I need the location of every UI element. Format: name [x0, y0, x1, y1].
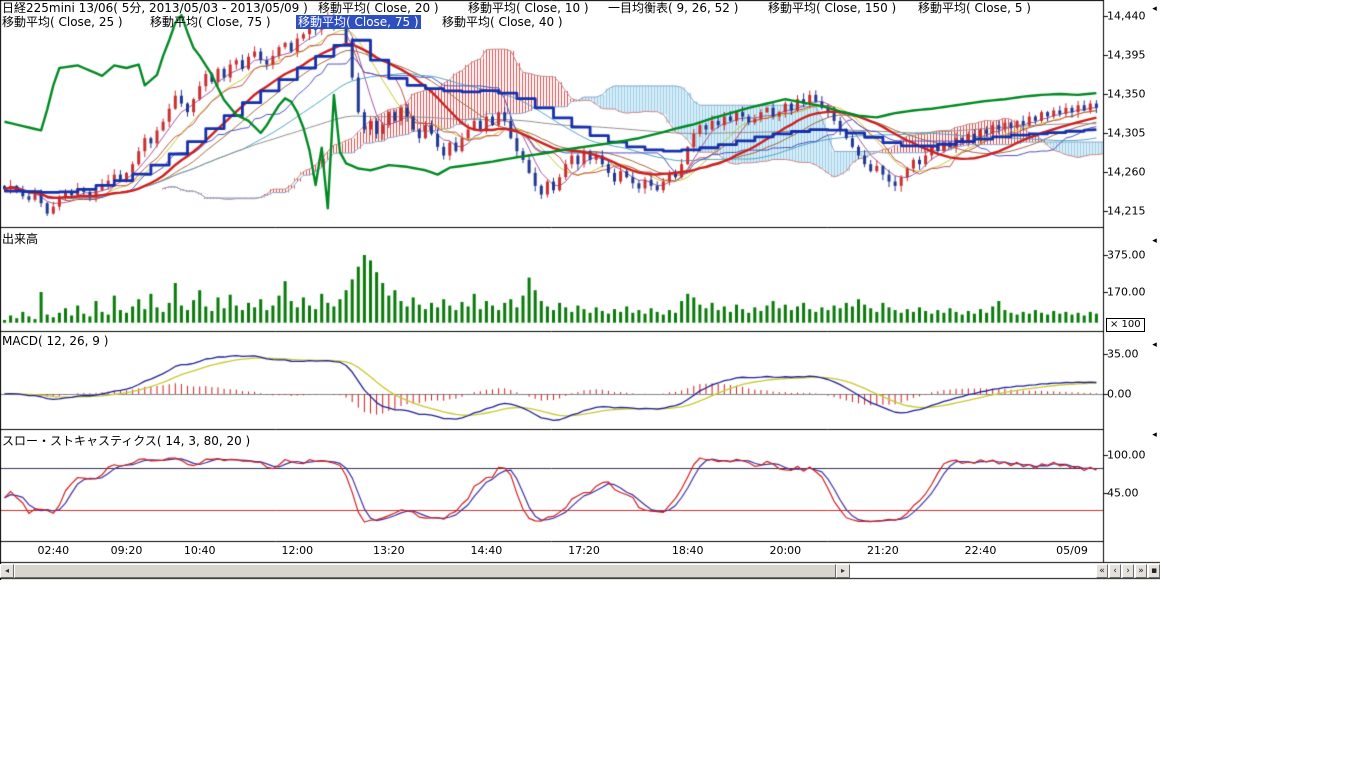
- nav-prev-button[interactable]: ‹: [1109, 564, 1121, 578]
- macd-panel-scroll-icon[interactable]: ◂: [1149, 340, 1160, 351]
- stoch-panel-scroll-icon[interactable]: ◂: [1149, 430, 1160, 441]
- x-axis-label: 12:00: [281, 544, 313, 557]
- y-axis-label: 14,440: [1107, 10, 1146, 23]
- mode-icon: ▪: [1151, 566, 1157, 576]
- x-axis-label: 14:40: [471, 544, 503, 557]
- scrollbar-left-button[interactable]: ◂: [0, 564, 14, 578]
- y-axis-label: 375.00: [1107, 249, 1146, 262]
- next-page-icon: ›: [1126, 566, 1130, 576]
- y-axis-label: 100.00: [1107, 449, 1146, 462]
- stochastics-panel-title[interactable]: スロー・ストキャスティクス( 14, 3, 80, 20 ): [2, 432, 250, 449]
- y-axis-label: 35.00: [1107, 348, 1139, 361]
- last-page-icon: »: [1138, 566, 1144, 576]
- x-axis-label: 21:20: [867, 544, 899, 557]
- scroll-right-icon: ▸: [841, 566, 845, 575]
- legend-item[interactable]: 一目均衡表( 9, 26, 52 ): [608, 1, 738, 15]
- first-page-icon: «: [1099, 566, 1105, 576]
- x-axis-label: 22:40: [965, 544, 997, 557]
- chart-canvas[interactable]: [0, 0, 1160, 580]
- legend-item[interactable]: 移動平均( Close, 20 ): [318, 1, 439, 15]
- scroll-left-icon: ◂: [5, 566, 9, 575]
- nav-mode-button[interactable]: ▪: [1148, 564, 1160, 578]
- x-axis-label: 02:40: [37, 544, 69, 557]
- legend-item[interactable]: 日経225mini 13/06( 5分, 2013/05/03 - 2013/0…: [2, 1, 308, 15]
- volume-panel-scroll-icon[interactable]: ◂: [1149, 236, 1160, 247]
- volume-panel-title[interactable]: 出来高: [2, 230, 38, 247]
- y-axis-label: 14,395: [1107, 49, 1146, 62]
- x-axis-label: 10:40: [184, 544, 216, 557]
- y-axis-label: 0.00: [1107, 388, 1132, 401]
- y-axis-label: 14,215: [1107, 205, 1146, 218]
- x-axis-label: 05/09: [1056, 544, 1088, 557]
- legend-item[interactable]: 移動平均( Close, 10 ): [468, 1, 589, 15]
- prev-page-icon: ‹: [1113, 566, 1117, 576]
- x-axis-label: 20:00: [769, 544, 801, 557]
- legend-item[interactable]: 移動平均( Close, 150 ): [768, 1, 896, 15]
- price-panel-scroll-icon[interactable]: ◂: [1149, 4, 1160, 15]
- nav-first-button[interactable]: «: [1096, 564, 1108, 578]
- legend-item[interactable]: 移動平均( Close, 75 ): [296, 15, 421, 29]
- legend-item[interactable]: 移動平均( Close, 40 ): [442, 15, 563, 29]
- y-axis-label: 14,350: [1107, 88, 1146, 101]
- legend-item[interactable]: 移動平均( Close, 75 ): [150, 15, 271, 29]
- macd-panel-title[interactable]: MACD( 12, 26, 9 ): [2, 334, 108, 348]
- volume-multiplier-badge: × 100: [1106, 318, 1145, 332]
- y-axis-label: 14,260: [1107, 166, 1146, 179]
- scrollbar-thumb[interactable]: [14, 564, 836, 578]
- scrollbar-right-button[interactable]: ▸: [836, 564, 850, 578]
- legend-item[interactable]: 移動平均( Close, 5 ): [918, 1, 1031, 15]
- x-axis-label: 13:20: [373, 544, 405, 557]
- legend-item[interactable]: 移動平均( Close, 25 ): [2, 15, 123, 29]
- bottom-nav-cluster: « ‹ › » ▪: [1096, 564, 1160, 578]
- y-axis-label: 170.00: [1107, 286, 1146, 299]
- x-axis-label: 09:20: [111, 544, 143, 557]
- chart-application-window: 日経225mini 13/06( 5分, 2013/05/03 - 2013/0…: [0, 0, 1366, 768]
- y-axis-label: 45.00: [1107, 487, 1139, 500]
- nav-next-button[interactable]: ›: [1122, 564, 1134, 578]
- y-axis-label: 14,305: [1107, 127, 1146, 140]
- x-axis-label: 17:20: [568, 544, 600, 557]
- nav-last-button[interactable]: »: [1135, 564, 1147, 578]
- x-axis-label: 18:40: [672, 544, 704, 557]
